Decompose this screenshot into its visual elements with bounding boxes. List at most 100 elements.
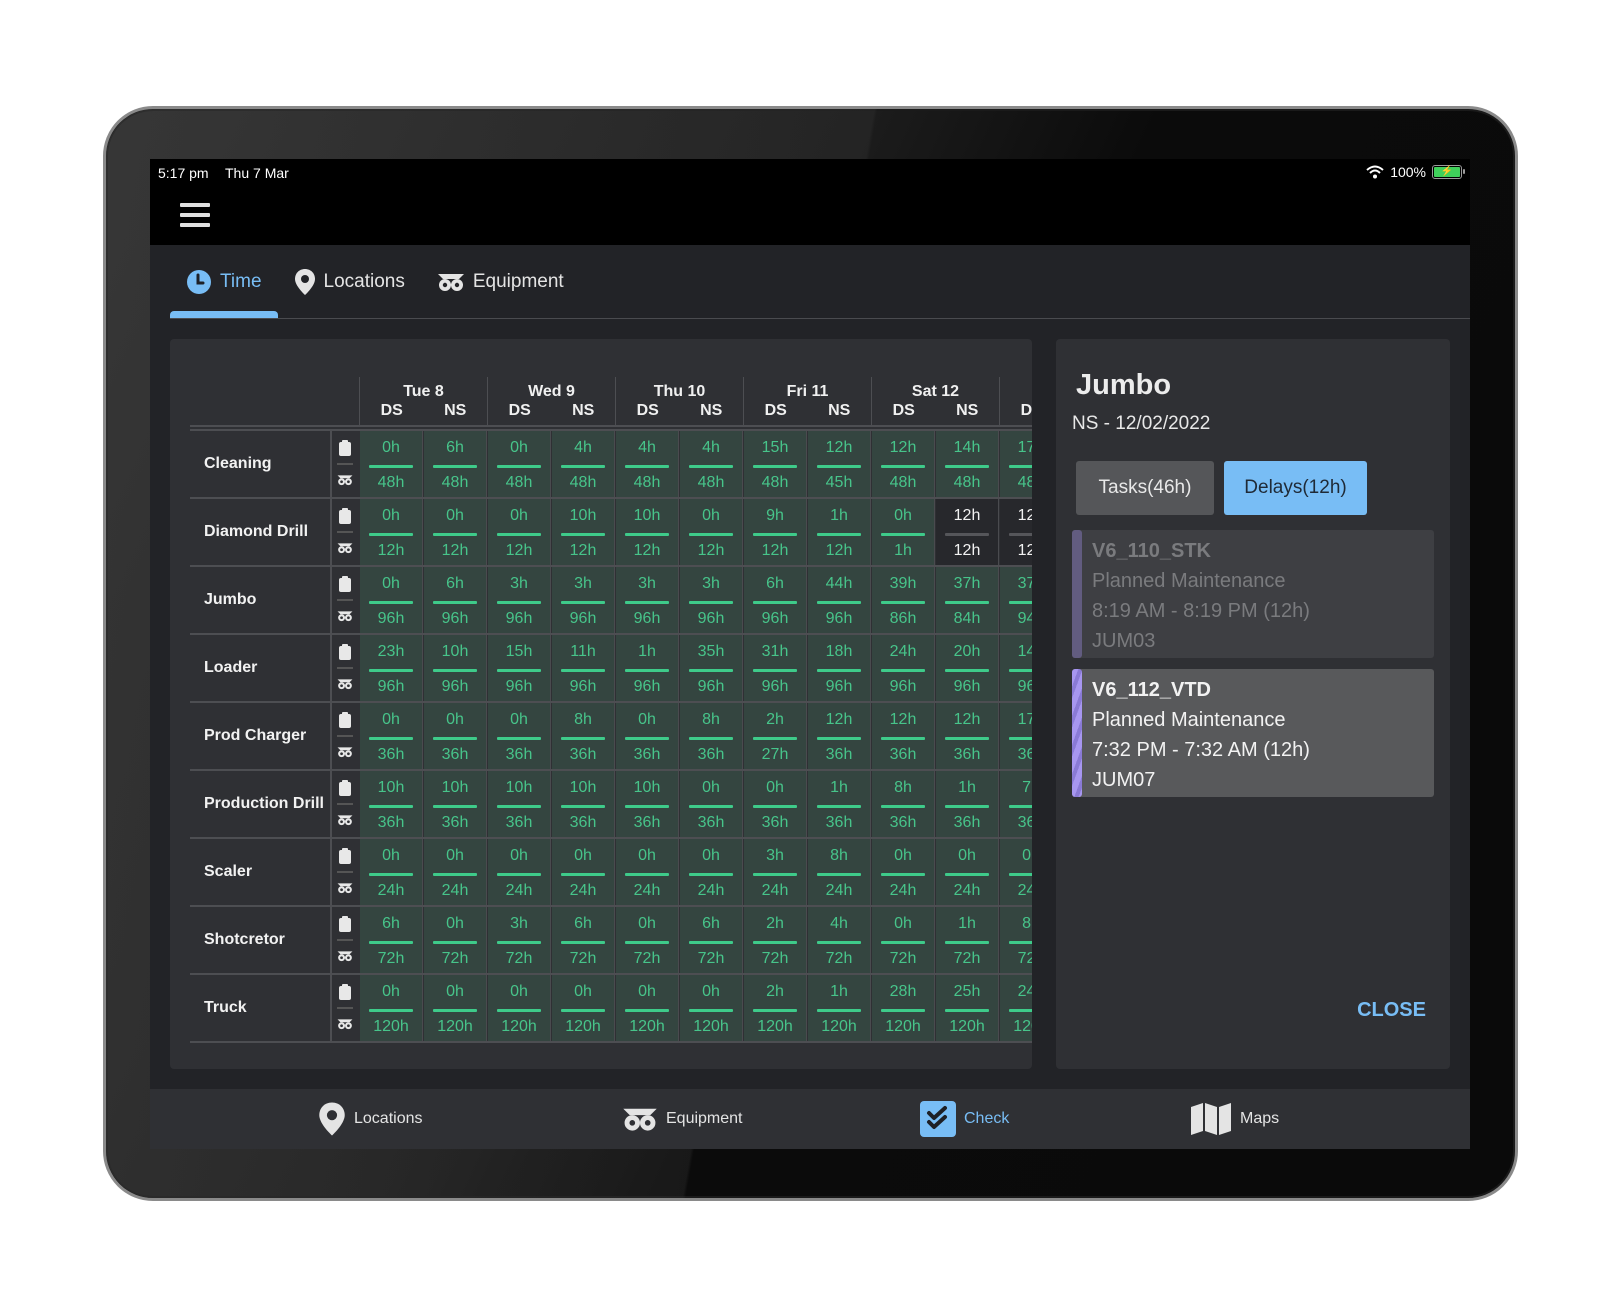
grid-cell[interactable]: 23h 96h bbox=[360, 635, 423, 701]
close-button[interactable]: CLOSE bbox=[1357, 999, 1426, 1022]
tab-equipment[interactable]: Equipment bbox=[421, 245, 580, 319]
grid-cell[interactable]: 0h 36h bbox=[744, 771, 807, 837]
grid-cell[interactable]: 0h 24h bbox=[552, 839, 615, 905]
grid-cell[interactable]: 12h 36h bbox=[808, 703, 871, 769]
grid-cell[interactable]: 18h 96h bbox=[808, 635, 871, 701]
grid-cell[interactable]: 10h 12h bbox=[552, 499, 615, 565]
grid-cell[interactable]: 0h 24h bbox=[616, 839, 679, 905]
grid-cell[interactable]: 0h 24h bbox=[424, 839, 487, 905]
grid-cell[interactable]: 3h 24h bbox=[744, 839, 807, 905]
delay-card[interactable]: V6_110_STK Planned Maintenance 8:19 AM -… bbox=[1072, 530, 1434, 658]
grid-cell[interactable]: 1h 36h bbox=[936, 771, 999, 837]
grid-cell[interactable]: 17h 36h bbox=[1000, 703, 1032, 769]
grid-cell[interactable]: 44h 96h bbox=[808, 567, 871, 633]
grid-cell[interactable]: 0h 96h bbox=[360, 567, 423, 633]
grid-cell[interactable]: 6h 72h bbox=[680, 907, 743, 973]
grid-cell[interactable]: 4h 48h bbox=[616, 431, 679, 497]
grid-cell[interactable]: 31h 96h bbox=[744, 635, 807, 701]
nav-equipment[interactable]: Equipment bbox=[622, 1089, 743, 1149]
grid-cell[interactable]: 0h 24h bbox=[360, 839, 423, 905]
grid-cell[interactable]: 8h 36h bbox=[552, 703, 615, 769]
grid-cell[interactable]: 0h 120h bbox=[360, 975, 423, 1041]
grid-cell[interactable]: 10h 36h bbox=[424, 771, 487, 837]
grid-cell[interactable]: 24h 96h bbox=[872, 635, 935, 701]
grid-cell[interactable]: 0h 36h bbox=[488, 703, 551, 769]
grid-cell[interactable]: 3h 96h bbox=[552, 567, 615, 633]
grid-cell[interactable]: 8h 24h bbox=[808, 839, 871, 905]
grid-cell[interactable]: 3h 96h bbox=[616, 567, 679, 633]
tab-time[interactable]: Time bbox=[170, 245, 278, 319]
grid-cell[interactable]: 0h 120h bbox=[552, 975, 615, 1041]
grid-cell[interactable]: 12h 48h bbox=[872, 431, 935, 497]
grid-cell[interactable]: 6h 96h bbox=[424, 567, 487, 633]
grid-cell[interactable]: 0h 24h bbox=[936, 839, 999, 905]
grid-cell[interactable]: 3h 72h bbox=[488, 907, 551, 973]
grid-cell[interactable]: 6h 48h bbox=[424, 431, 487, 497]
grid-cell[interactable]: 10h 36h bbox=[616, 771, 679, 837]
tab-locations[interactable]: Locations bbox=[278, 245, 421, 319]
grid-cell[interactable]: 0h 12h bbox=[488, 499, 551, 565]
grid-cell[interactable]: 10h 96h bbox=[424, 635, 487, 701]
grid-cell[interactable]: 0h 36h bbox=[424, 703, 487, 769]
grid-cell[interactable]: 3h 96h bbox=[680, 567, 743, 633]
grid-cell[interactable]: 2h 120h bbox=[744, 975, 807, 1041]
grid-cell[interactable]: 0h 24h bbox=[680, 839, 743, 905]
grid-cell[interactable]: 15h 48h bbox=[744, 431, 807, 497]
grid-cell[interactable]: 37h 94h bbox=[1000, 567, 1032, 633]
grid-cell[interactable]: 0h 24h bbox=[872, 839, 935, 905]
grid-cell[interactable]: 1h 96h bbox=[616, 635, 679, 701]
grid-cell[interactable]: 17h 48h bbox=[1000, 431, 1032, 497]
delays-button[interactable]: Delays(12h) bbox=[1224, 461, 1367, 515]
grid-cell[interactable]: 0h 24h bbox=[1000, 839, 1032, 905]
grid-cell[interactable]: 12h 12h bbox=[1000, 499, 1032, 565]
grid-cell[interactable]: 6h 72h bbox=[360, 907, 423, 973]
grid-cell[interactable]: 10h 36h bbox=[488, 771, 551, 837]
grid-cell[interactable]: 0h 12h bbox=[424, 499, 487, 565]
grid-cell[interactable]: 28h 120h bbox=[872, 975, 935, 1041]
grid-cell[interactable]: 25h 120h bbox=[936, 975, 999, 1041]
tasks-button[interactable]: Tasks(46h) bbox=[1076, 461, 1214, 515]
grid-cell[interactable]: 12h 45h bbox=[808, 431, 871, 497]
grid-cell[interactable]: 8h 36h bbox=[680, 703, 743, 769]
grid-cell[interactable]: 11h 96h bbox=[552, 635, 615, 701]
grid-cell[interactable]: 0h 72h bbox=[872, 907, 935, 973]
grid-cell[interactable]: 4h 48h bbox=[680, 431, 743, 497]
grid-cell[interactable]: 12h 36h bbox=[936, 703, 999, 769]
grid-cell[interactable]: 0h 120h bbox=[424, 975, 487, 1041]
grid-cell[interactable]: 0h 120h bbox=[488, 975, 551, 1041]
grid-cell[interactable]: 39h 86h bbox=[872, 567, 935, 633]
grid-cell[interactable]: 4h 48h bbox=[552, 431, 615, 497]
grid-cell[interactable]: 0h 1h bbox=[872, 499, 935, 565]
grid-cell[interactable]: 6h 96h bbox=[744, 567, 807, 633]
grid-cell[interactable]: 15h 96h bbox=[488, 635, 551, 701]
delay-card-selected[interactable]: V6_112_VTD Planned Maintenance 7:32 PM -… bbox=[1072, 669, 1434, 797]
grid-cell[interactable]: 24h 120h bbox=[1000, 975, 1032, 1041]
grid-cell[interactable]: 0h 36h bbox=[616, 703, 679, 769]
grid-cell[interactable]: 10h 36h bbox=[360, 771, 423, 837]
grid-cell[interactable]: 8h 36h bbox=[872, 771, 935, 837]
grid-cell[interactable]: 35h 96h bbox=[680, 635, 743, 701]
grid-cell[interactable]: 0h 72h bbox=[616, 907, 679, 973]
grid-cell[interactable]: 4h 72h bbox=[808, 907, 871, 973]
grid-cell[interactable]: 14h 96h bbox=[1000, 635, 1032, 701]
grid-cell[interactable]: 1h 36h bbox=[808, 771, 871, 837]
grid-cell[interactable]: 1h 120h bbox=[808, 975, 871, 1041]
grid-cell[interactable]: 1h 12h bbox=[808, 499, 871, 565]
grid-cell[interactable]: 0h 72h bbox=[424, 907, 487, 973]
grid-cell[interactable]: 14h 48h bbox=[936, 431, 999, 497]
grid-cell[interactable]: 12h 12h bbox=[936, 499, 999, 565]
grid-cell[interactable]: 0h 12h bbox=[360, 499, 423, 565]
grid-cell[interactable]: 0h 48h bbox=[360, 431, 423, 497]
grid-cell[interactable]: 0h 120h bbox=[616, 975, 679, 1041]
grid-cell[interactable]: 8h 72h bbox=[1000, 907, 1032, 973]
nav-maps[interactable]: Maps bbox=[1190, 1089, 1279, 1149]
grid-cell[interactable]: 0h 36h bbox=[680, 771, 743, 837]
grid-cell[interactable]: 0h 120h bbox=[680, 975, 743, 1041]
grid-cell[interactable]: 12h 36h bbox=[872, 703, 935, 769]
grid-cell[interactable]: 10h 12h bbox=[616, 499, 679, 565]
grid-cell[interactable]: 0h 48h bbox=[488, 431, 551, 497]
grid-cell[interactable]: 20h 96h bbox=[936, 635, 999, 701]
grid-cell[interactable]: 0h 36h bbox=[360, 703, 423, 769]
grid-cell[interactable]: 10h 36h bbox=[552, 771, 615, 837]
grid-cell[interactable]: 2h 27h bbox=[744, 703, 807, 769]
